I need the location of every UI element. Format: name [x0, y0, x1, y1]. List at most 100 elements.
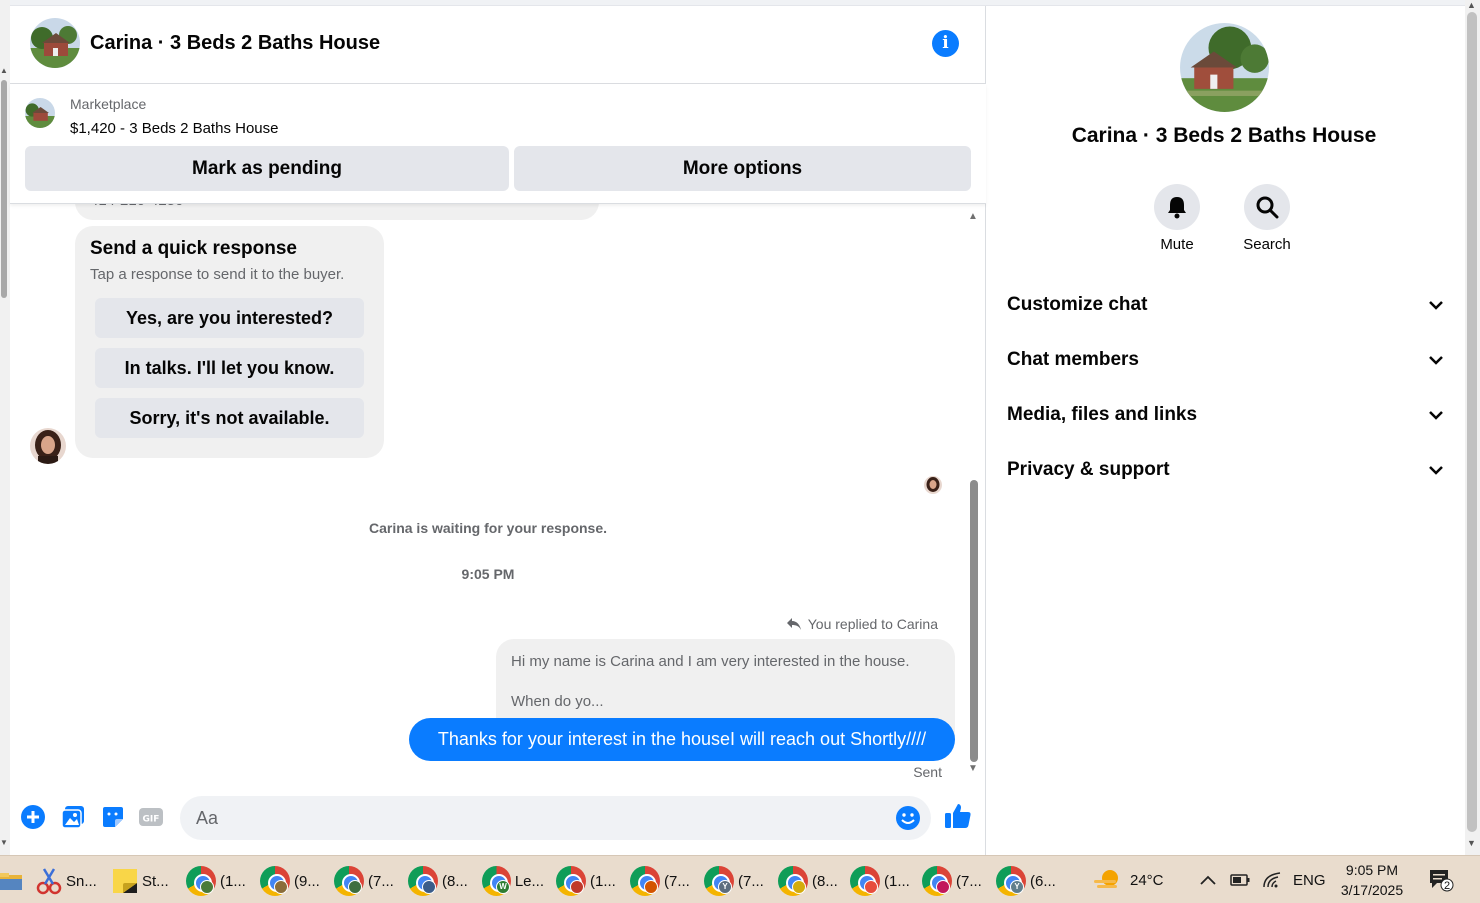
profile-badge-icon: W: [496, 880, 510, 894]
battery-icon[interactable]: [1230, 856, 1250, 903]
taskbar-app-button[interactable]: Y (6...: [996, 861, 1056, 901]
gif-icon[interactable]: GIF: [138, 804, 166, 832]
mute-action[interactable]: Mute: [1132, 184, 1222, 253]
chat-title[interactable]: Carina · 3 Beds 2 Baths House: [90, 32, 380, 55]
bell-icon[interactable]: [1154, 184, 1200, 230]
scroll-down-arrow-icon[interactable]: ▼: [1467, 838, 1476, 848]
weather-widget[interactable]: 24°C: [1092, 856, 1164, 903]
chrome-icon: [778, 866, 808, 896]
section-label: Media, files and links: [1007, 404, 1198, 425]
chevron-down-icon: [1429, 410, 1443, 420]
mark-as-pending-button[interactable]: Mark as pending: [25, 146, 509, 191]
info-icon[interactable]: i: [932, 30, 959, 57]
quick-response-in-talks-button[interactable]: In talks. I'll let you know.: [95, 348, 364, 388]
conversation-avatar[interactable]: [30, 18, 80, 68]
scroll-down-arrow-icon[interactable]: ▼: [0, 838, 8, 847]
chrome-icon: [260, 866, 290, 896]
scroll-up-arrow-icon[interactable]: ▲: [0, 66, 8, 75]
taskbar-app-button[interactable]: (7...: [630, 861, 692, 901]
profile-badge-icon: [570, 880, 584, 894]
taskbar-app-button[interactable]: Y (7...: [704, 861, 766, 901]
listing-thumbnail[interactable]: [25, 98, 55, 128]
previous-message-text: 414-210-4250: [90, 204, 183, 209]
screen: ▲ ▼ Carina · 3 Beds 2 Baths House i Mark…: [0, 0, 1480, 903]
more-options-button[interactable]: More options: [514, 146, 971, 191]
taskbar-app-label: (8...: [812, 872, 838, 890]
listing-price-title[interactable]: $1,420 - 3 Beds 2 Baths House: [70, 120, 278, 137]
chevron-down-icon: [1429, 300, 1443, 310]
message-timestamp: 9:05 PM: [461, 566, 515, 582]
taskbar-app-button[interactable]: W Le...: [482, 861, 544, 901]
taskbar-app-label: (1...: [220, 872, 246, 890]
taskbar-app-label: (7...: [368, 872, 394, 890]
details-avatar[interactable]: [1180, 23, 1269, 112]
page-scrollbar-right-thumb[interactable]: [1467, 12, 1477, 832]
sticker-icon[interactable]: [100, 804, 128, 832]
marketplace-listing-banner: Marketplace $1,420 - 3 Beds 2 Baths Hous…: [10, 84, 986, 204]
wifi-icon[interactable]: [1262, 856, 1282, 903]
plus-icon[interactable]: [20, 804, 48, 832]
profile-badge-icon: [348, 880, 362, 894]
customize-chat-section[interactable]: Customize chat: [1007, 283, 1443, 327]
chrome-icon: [186, 866, 216, 896]
sticky-notes-icon: [113, 869, 137, 893]
photo-gallery-icon[interactable]: [60, 804, 88, 832]
message-scroll-down-icon[interactable]: ▼: [968, 763, 978, 774]
buyer-avatar[interactable]: [30, 428, 66, 464]
privacy-support-section[interactable]: Privacy & support: [1007, 448, 1443, 492]
taskbar-app-button[interactable]: (1...: [186, 861, 248, 901]
notifications-icon[interactable]: 2: [1428, 856, 1454, 903]
read-receipt-avatar: [924, 476, 942, 494]
quick-response-title: Send a quick response: [90, 238, 297, 259]
message-scroll-up-icon[interactable]: ▲: [968, 211, 978, 222]
file-explorer-icon[interactable]: [0, 861, 24, 901]
taskbar-app-label: (1...: [884, 872, 910, 890]
chrome-icon: Y: [704, 866, 734, 896]
sent-status: Sent: [913, 764, 942, 780]
taskbar-app-label: (7...: [738, 872, 764, 890]
emoji-icon[interactable]: [895, 805, 921, 831]
message-input[interactable]: Aa: [180, 796, 931, 840]
clock-date: 3/17/2025: [1340, 882, 1404, 898]
taskbar-app-button[interactable]: (9...: [260, 861, 322, 901]
taskbar-app-button[interactable]: (7...: [334, 861, 396, 901]
chevron-down-icon: [1429, 355, 1443, 365]
windows-taskbar: Sn... St... (1... (9... (7... (8... W Le... (1..…: [0, 855, 1480, 903]
message-scrollbar-thumb[interactable]: [970, 480, 978, 762]
taskbar-app-button[interactable]: (1...: [850, 861, 912, 901]
chevron-up-icon[interactable]: [1200, 856, 1216, 903]
media-files-links-section[interactable]: Media, files and links: [1007, 393, 1443, 437]
thumbs-up-icon[interactable]: [943, 801, 971, 829]
details-title: Carina · 3 Beds 2 Baths House: [1071, 124, 1377, 147]
reply-indicator-text: You replied to Carina: [807, 616, 938, 632]
reply-indicator: You replied to Carina: [786, 616, 938, 632]
taskbar-app-label: Sn...: [66, 872, 97, 890]
person-photo-icon: [924, 476, 942, 494]
taskbar-app-button[interactable]: (1...: [556, 861, 618, 901]
mute-label: Mute: [1160, 236, 1194, 253]
taskbar-app-button[interactable]: (8...: [778, 861, 840, 901]
section-label: Privacy & support: [1007, 459, 1170, 480]
profile-badge-icon: Y: [1010, 880, 1024, 894]
taskbar-app-button[interactable]: (8...: [408, 861, 470, 901]
page-scrollbar-thumb[interactable]: [1, 80, 7, 298]
taskbar-app-button[interactable]: St...: [112, 861, 180, 901]
taskbar-app-button[interactable]: Sn...: [36, 861, 106, 901]
quick-response-yes-button[interactable]: Yes, are you interested?: [95, 298, 364, 338]
message-list[interactable]: 414-210-4250 Send a quick response Tap a…: [10, 204, 986, 786]
profile-badge-icon: Y: [718, 880, 732, 894]
scroll-up-arrow-icon[interactable]: ▲: [1467, 0, 1476, 10]
sent-message-bubble[interactable]: Thanks for your interest in the houseI w…: [409, 718, 955, 761]
section-label: Customize chat: [1007, 294, 1148, 315]
search-action[interactable]: Search: [1222, 184, 1312, 253]
search-icon[interactable]: [1244, 184, 1290, 230]
taskbar-app-button[interactable]: (7...: [922, 861, 984, 901]
chat-panel: Carina · 3 Beds 2 Baths House i Marketpl…: [10, 6, 986, 855]
profile-badge-icon: [792, 880, 806, 894]
language-indicator[interactable]: ENG: [1293, 856, 1326, 903]
message-composer: GIF Aa: [10, 786, 986, 855]
house-photo-icon: [1180, 23, 1269, 112]
chat-members-section[interactable]: Chat members: [1007, 338, 1443, 382]
clock[interactable]: 9:05 PM 3/17/2025: [1336, 856, 1408, 903]
quick-response-not-available-button[interactable]: Sorry, it's not available.: [95, 398, 364, 438]
